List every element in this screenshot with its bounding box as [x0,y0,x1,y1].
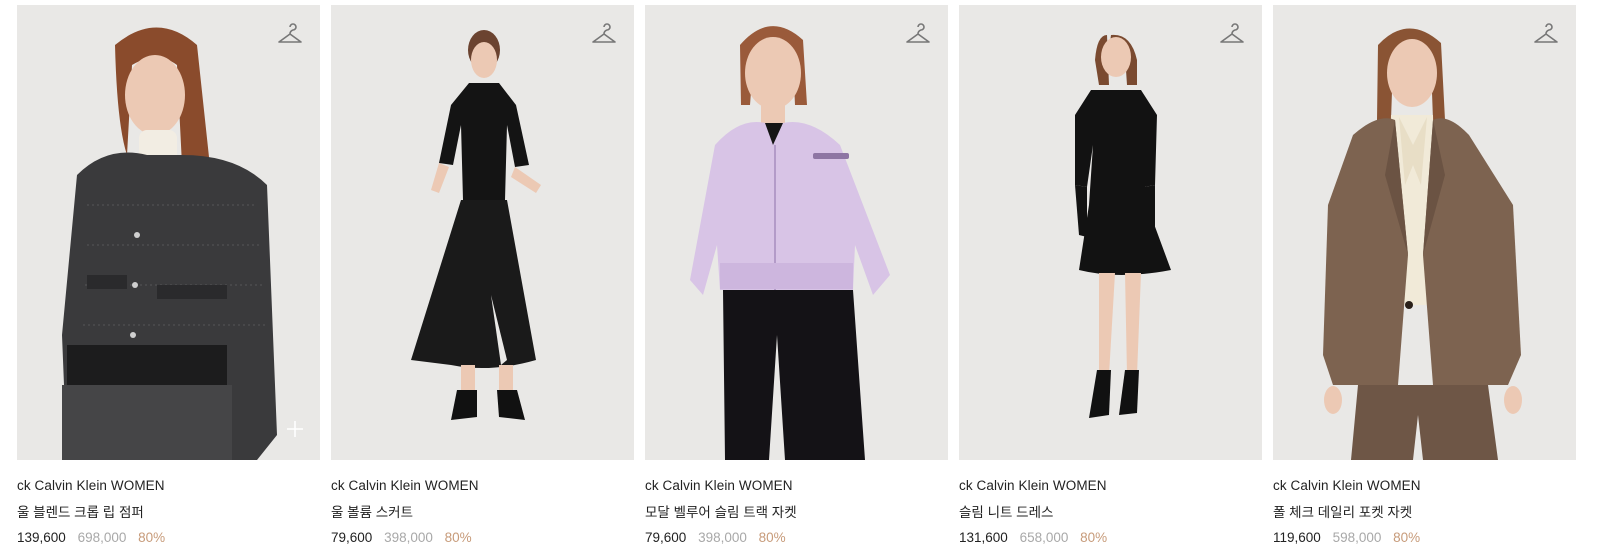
original-price: 598,000 [1332,530,1382,545]
product-card[interactable]: ck Calvin Klein WOMEN 모달 벨루어 슬림 트랙 자켓 79… [645,5,948,545]
product-name[interactable]: 모달 벨루어 슬림 트랙 자켓 [645,501,948,521]
sale-price: 119,600 [1273,530,1321,545]
product-name[interactable]: 울 블렌드 크롭 립 점퍼 [17,501,320,521]
price-row: 119,600 598,000 80% [1273,530,1576,545]
price-row: 131,600 658,000 80% [959,530,1262,545]
product-card[interactable]: ck Calvin Klein WOMEN 울 블렌드 크롭 립 점퍼 139,… [17,5,320,545]
discount-rate: 80% [1080,530,1108,545]
sale-price: 79,600 [645,530,687,545]
original-price: 698,000 [77,530,127,545]
discount-rate: 80% [444,530,472,545]
product-brand[interactable]: ck Calvin Klein WOMEN [959,478,1262,493]
plus-icon[interactable] [284,418,306,440]
discount-rate: 80% [138,530,166,545]
discount-rate: 80% [1393,530,1421,545]
product-photo-skirt [331,5,634,460]
product-photo-jumper [17,5,320,460]
price-row: 139,600 698,000 80% [17,530,320,545]
product-grid: ck Calvin Klein WOMEN 울 블렌드 크롭 립 점퍼 139,… [0,0,1622,554]
product-name[interactable]: 슬림 니트 드레스 [959,501,1262,521]
original-price: 658,000 [1019,530,1069,545]
product-image[interactable] [331,5,634,460]
product-brand[interactable]: ck Calvin Klein WOMEN [331,478,634,493]
original-price: 398,000 [698,530,747,545]
hanger-icon[interactable] [1218,21,1246,49]
product-photo-check-jacket [1273,5,1576,460]
product-image[interactable] [1273,5,1576,460]
product-brand[interactable]: ck Calvin Klein WOMEN [645,478,948,493]
product-card[interactable]: ck Calvin Klein WOMEN 울 볼륨 스커트 79,600 39… [331,5,634,545]
product-name[interactable]: 폴 체크 데일리 포켓 자켓 [1273,501,1576,521]
product-image[interactable] [17,5,320,460]
sale-price: 131,600 [959,530,1008,545]
product-brand[interactable]: ck Calvin Klein WOMEN [1273,478,1576,493]
hanger-icon[interactable] [276,21,304,49]
product-photo-track-jacket [645,5,948,460]
hanger-icon[interactable] [904,21,932,49]
product-photo-knit-dress [959,5,1262,460]
discount-rate: 80% [758,530,786,545]
sale-price: 139,600 [17,530,66,545]
product-card[interactable]: ck Calvin Klein WOMEN 슬림 니트 드레스 131,600 … [959,5,1262,545]
hanger-icon[interactable] [1532,21,1560,49]
price-row: 79,600 398,000 80% [331,530,634,545]
product-card[interactable]: ck Calvin Klein WOMEN 폴 체크 데일리 포켓 자켓 119… [1273,5,1576,545]
product-brand[interactable]: ck Calvin Klein WOMEN [17,478,320,493]
hanger-icon[interactable] [590,21,618,49]
sale-price: 79,600 [331,530,373,545]
product-image[interactable] [645,5,948,460]
price-row: 79,600 398,000 80% [645,530,948,545]
original-price: 398,000 [384,530,433,545]
product-image[interactable] [959,5,1262,460]
product-name[interactable]: 울 볼륨 스커트 [331,501,634,521]
